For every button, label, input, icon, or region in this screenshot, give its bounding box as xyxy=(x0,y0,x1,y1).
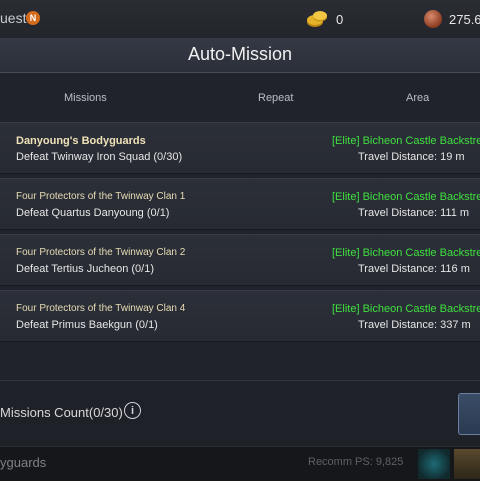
item-thumbnail[interactable] xyxy=(454,449,480,479)
mission-objective: Defeat Primus Baekgun (0/1) xyxy=(16,319,158,331)
header-repeat: Repeat xyxy=(258,92,294,104)
header-area: Area xyxy=(406,92,430,104)
recommended-ps: Recomm PS: 9,825 xyxy=(308,456,404,468)
mission-title: Danyoung's Bodyguards xyxy=(16,135,146,147)
mission-distance: Travel Distance: 116 m xyxy=(358,263,470,275)
new-badge: N xyxy=(26,11,40,25)
header-missions: Missions xyxy=(64,92,107,104)
quest-label[interactable]: uest xyxy=(0,10,26,26)
panel-footer: Missions Count(0/30) i xyxy=(0,380,480,445)
mission-area: [Elite] Bicheon Castle Backstre xyxy=(332,247,480,259)
gold-count: 0 xyxy=(336,12,344,27)
mission-title: Four Protectors of the Twinway Clan 4 xyxy=(16,303,186,314)
quest-name[interactable]: yguards xyxy=(0,455,46,470)
skill-thumbnail[interactable] xyxy=(418,449,450,479)
mission-row[interactable]: Four Protectors of the Twinway Clan 2 De… xyxy=(0,234,480,286)
panel-title-bar: Auto-Mission xyxy=(0,38,480,73)
start-button[interactable] xyxy=(458,393,480,435)
missions-count: Missions Count(0/30) xyxy=(0,405,123,420)
mission-objective: Defeat Twinway Iron Squad (0/30) xyxy=(16,151,183,163)
mission-distance: Travel Distance: 337 m xyxy=(358,319,471,331)
mission-distance: Travel Distance: 19 m xyxy=(358,151,465,163)
currency-orb-icon xyxy=(424,10,442,28)
gold-coin-icon xyxy=(306,10,328,28)
info-icon[interactable]: i xyxy=(124,402,141,419)
mission-objective: Defeat Quartus Danyoung (0/1) xyxy=(16,207,170,219)
mission-row[interactable]: Four Protectors of the Twinway Clan 4 De… xyxy=(0,290,480,342)
mission-area: [Elite] Bicheon Castle Backstre xyxy=(332,191,480,203)
mission-title: Four Protectors of the Twinway Clan 1 xyxy=(16,191,186,202)
mission-row[interactable]: Danyoung's Bodyguards Defeat Twinway Iro… xyxy=(0,122,480,174)
mission-area: [Elite] Bicheon Castle Backstre xyxy=(332,303,480,315)
mission-distance: Travel Distance: 111 m xyxy=(358,207,470,219)
mission-objective: Defeat Tertius Jucheon (0/1) xyxy=(16,263,154,275)
top-hud: uest N 0 275.6 xyxy=(0,0,480,39)
mission-title: Four Protectors of the Twinway Clan 2 xyxy=(16,247,186,258)
panel-title: Auto-Mission xyxy=(187,44,293,64)
mission-area: [Elite] Bicheon Castle Backstre xyxy=(332,135,480,147)
currency-count: 275.6 xyxy=(449,12,480,27)
bottom-quest-bar: yguards Recomm PS: 9,825 xyxy=(0,446,480,481)
mission-row[interactable]: Four Protectors of the Twinway Clan 1 De… xyxy=(0,178,480,230)
auto-mission-panel: Auto-Mission Missions Repeat Area Danyou… xyxy=(0,38,480,446)
